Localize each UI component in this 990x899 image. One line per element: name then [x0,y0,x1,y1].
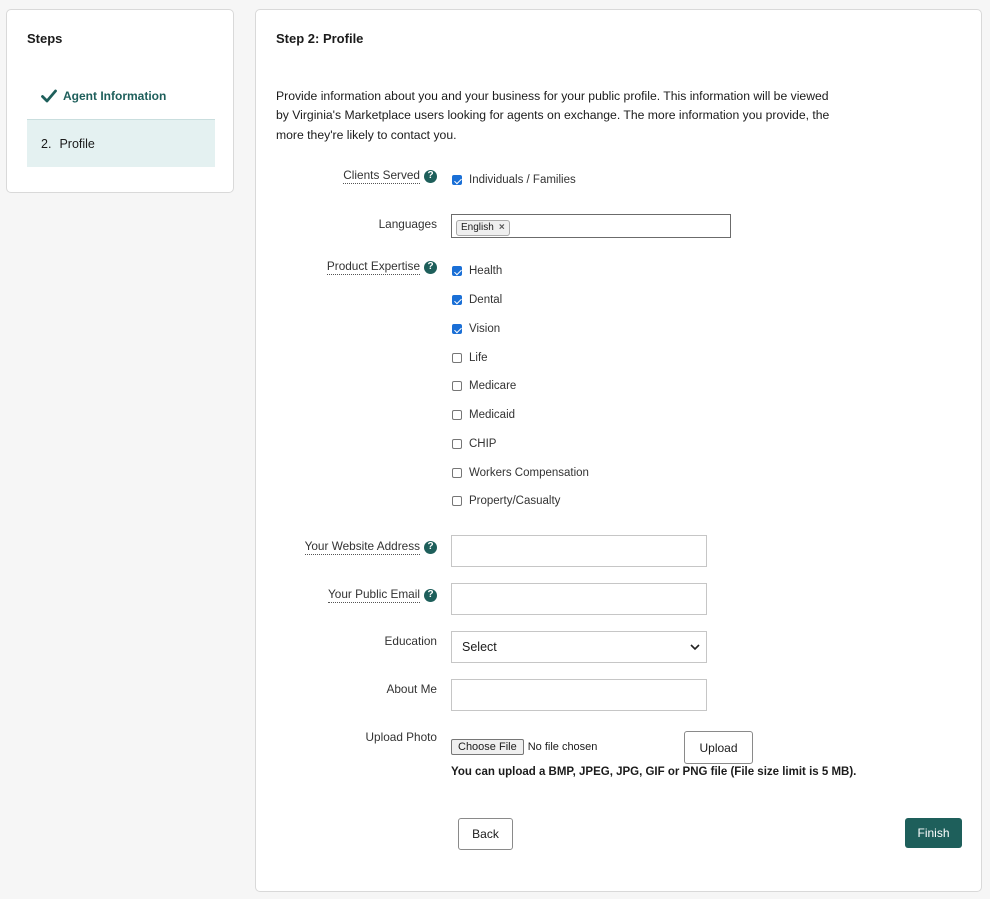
languages-label: Languages [378,217,437,231]
upload-note: You can upload a BMP, JPEG, JPG, GIF or … [451,766,857,778]
checkbox[interactable] [452,468,462,478]
expertise-option-health[interactable]: Health [452,265,502,277]
finish-button[interactable]: Finish [905,818,962,848]
expertise-option-chip[interactable]: CHIP [452,438,496,450]
expertise-option-medicaid[interactable]: Medicaid [452,409,515,421]
checkbox[interactable] [452,295,462,305]
about-me-input[interactable] [451,679,707,711]
checkbox[interactable] [452,324,462,334]
languages-multiselect[interactable]: English × [451,214,731,238]
help-icon[interactable]: ? [424,169,437,183]
checkbox[interactable] [452,439,462,449]
file-status: No file chosen [527,741,598,753]
steps-title: Steps [27,31,63,46]
profile-form-panel: Step 2: Profile Provide information abou… [255,9,982,892]
expertise-option-dental[interactable]: Dental [452,294,502,306]
back-button[interactable]: Back [458,818,513,850]
choose-file-button[interactable]: Choose File [451,739,524,755]
step-agent-information[interactable]: Agent Information [27,74,215,118]
expertise-option-workers-compensation[interactable]: Workers Compensation [452,467,589,479]
help-icon[interactable]: ? [424,588,437,602]
checkbox[interactable] [452,496,462,506]
page-title: Step 2: Profile [276,31,364,46]
step-profile[interactable]: 2. Profile [27,119,215,167]
checkbox[interactable] [452,353,462,363]
expertise-option-medicare[interactable]: Medicare [452,380,516,392]
remove-tag-icon[interactable]: × [499,222,505,233]
file-picker: Choose File No file chosen [451,739,597,755]
step-label: Agent Information [63,89,167,103]
about-me-label: About Me [386,682,438,696]
checkbox[interactable] [452,266,462,276]
public-email-input[interactable] [451,583,707,615]
public-email-label: Your Public Email ? [327,587,437,603]
step-label: Profile [59,136,95,151]
checkbox[interactable] [452,175,462,185]
checkmark-icon [41,89,57,103]
expertise-option-vision[interactable]: Vision [452,323,500,335]
help-icon[interactable]: ? [424,260,437,274]
language-tag: English × [456,219,510,236]
website-input[interactable] [451,535,707,567]
expertise-option-life[interactable]: Life [452,352,488,364]
chevron-down-icon [690,644,700,651]
clients-served-option[interactable]: Individuals / Families [452,174,576,186]
checkbox[interactable] [452,410,462,420]
website-label: Your Website Address ? [304,539,437,555]
help-icon[interactable]: ? [424,540,437,554]
upload-photo-label: Upload Photo [365,730,438,744]
steps-panel: Steps Agent Information 2. Profile [6,9,234,193]
product-expertise-label: Product Expertise ? [326,259,437,275]
clients-served-label: Clients Served ? [343,168,437,184]
checkbox[interactable] [452,381,462,391]
education-select[interactable]: Select [451,631,707,663]
step-number: 2. [41,136,52,151]
education-label: Education [384,634,437,648]
expertise-option-property-casualty[interactable]: Property/Casualty [452,495,560,507]
upload-button[interactable]: Upload [684,731,753,764]
intro-text: Provide information about you and your b… [276,89,830,142]
